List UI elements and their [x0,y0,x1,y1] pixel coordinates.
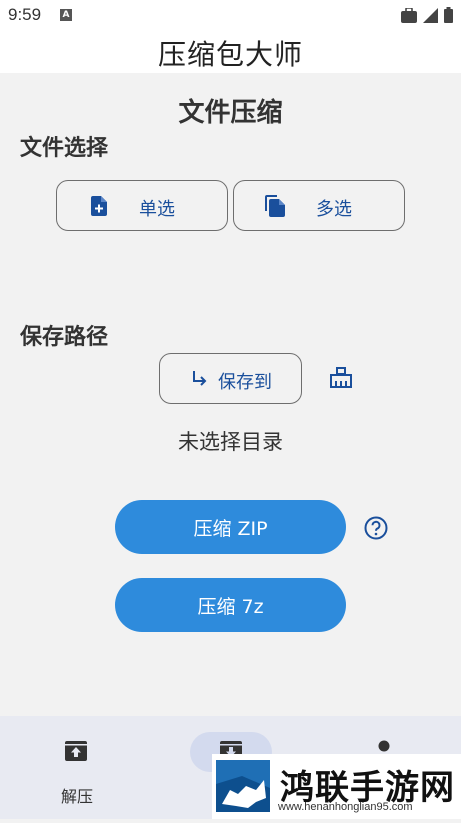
dot-icon [378,740,390,752]
battery-icon [444,7,453,23]
compress-zip-button[interactable]: 压缩 ZIP [115,500,346,554]
page-heading: 文件压缩 [178,98,283,128]
briefcase-icon [401,7,417,23]
nav-item-extract[interactable]: 解压 [40,734,112,806]
file-add-icon [91,196,107,216]
save-path-label: 保存路径 [20,325,109,350]
compress-7z-label: 压缩 7z [197,595,264,618]
multi-select-button[interactable]: 多选 [233,180,405,231]
watermark-logo [212,754,274,819]
help-icon[interactable] [364,516,388,540]
watermark-url: www.henanhonglian95.com [278,801,413,813]
app-title: 压缩包大师 [157,37,303,71]
clear-path-icon[interactable] [329,367,353,389]
horse-logo-icon [212,754,274,819]
compress-7z-button[interactable]: 压缩 7z [115,578,346,632]
directory-status-text: 未选择目录 [178,430,283,454]
multi-select-label: 多选 [316,199,352,220]
status-time: 9:59 [8,5,42,24]
notification-icon: A [60,9,72,21]
watermark: 鸿联手游网 www.henanhonglian95.com [212,754,461,819]
files-copy-icon [265,195,285,217]
single-select-button[interactable]: 单选 [56,180,228,231]
file-select-label: 文件选择 [20,136,109,161]
compress-zip-label: 压缩 ZIP [193,517,268,540]
single-select-label: 单选 [139,199,175,220]
subdirectory-arrow-icon [193,371,207,386]
save-to-label: 保存到 [218,372,272,393]
signal-icon [423,7,438,23]
app-bar: 压缩包大师 [0,32,461,73]
archive-up-icon [65,741,87,761]
save-to-button[interactable]: 保存到 [159,353,302,404]
status-bar: 9:59 A [0,0,461,32]
nav-item-extract-label: 解压 [61,787,94,806]
status-icons [401,7,453,23]
